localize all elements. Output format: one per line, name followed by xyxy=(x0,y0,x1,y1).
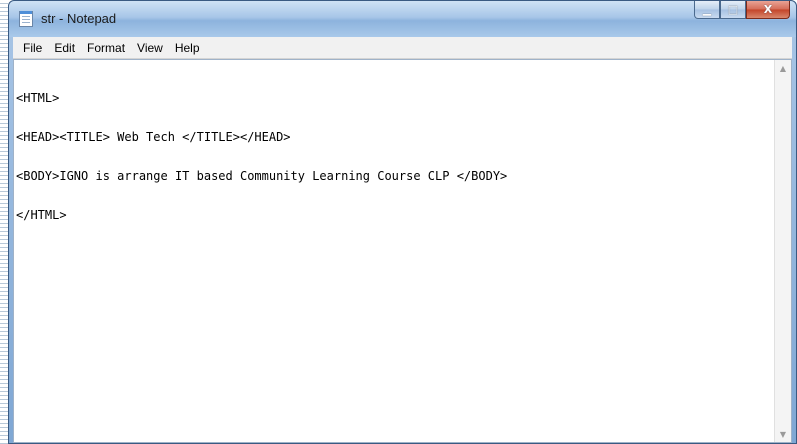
editor-text-area[interactable]: <HTML> <HEAD><TITLE> Web Tech </TITLE></… xyxy=(16,66,773,442)
maximize-icon: □ xyxy=(727,3,739,16)
editor-line: <BODY>IGNO is arrange IT based Community… xyxy=(16,169,508,183)
menu-format[interactable]: Format xyxy=(81,41,131,55)
minimize-button[interactable]: ▁ xyxy=(694,1,720,19)
editor-line: <HEAD><TITLE> Web Tech </TITLE></HEAD> xyxy=(16,130,291,144)
close-button[interactable]: X xyxy=(746,1,790,19)
notepad-icon[interactable] xyxy=(19,11,33,27)
close-icon: X xyxy=(763,3,773,16)
menu-file[interactable]: File xyxy=(17,41,48,55)
menu-edit[interactable]: Edit xyxy=(48,41,81,55)
menu-bar: File Edit Format View Help xyxy=(13,37,792,59)
maximize-button[interactable]: □ xyxy=(720,1,746,19)
editor-line: <HTML> xyxy=(16,91,60,105)
menu-help[interactable]: Help xyxy=(169,41,206,55)
text-editor[interactable]: <HTML> <HEAD><TITLE> Web Tech </TITLE></… xyxy=(13,59,792,443)
title-bar[interactable]: str - Notepad ▁ □ X xyxy=(9,1,796,37)
scroll-down-arrow-icon[interactable]: ▼ xyxy=(775,426,791,442)
menu-view[interactable]: View xyxy=(131,41,169,55)
vertical-scrollbar[interactable]: ▲ ▼ xyxy=(774,60,791,442)
minimize-icon: ▁ xyxy=(702,3,712,16)
notepad-window: str - Notepad ▁ □ X File Edit Format Vie… xyxy=(8,0,797,444)
window-title: str - Notepad xyxy=(41,11,117,26)
editor-line: </HTML> xyxy=(16,208,67,222)
scroll-up-arrow-icon[interactable]: ▲ xyxy=(775,60,791,76)
background-document-edge xyxy=(0,0,8,444)
caption-buttons: ▁ □ X xyxy=(694,1,790,21)
